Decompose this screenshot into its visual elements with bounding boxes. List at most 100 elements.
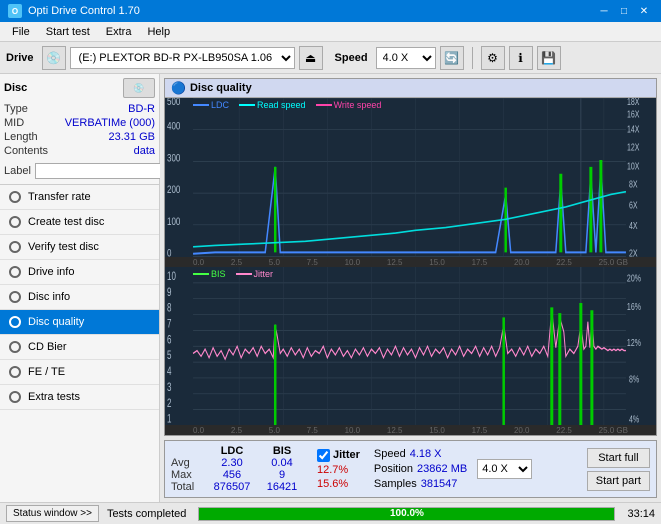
chart-icon: 🔵 (171, 81, 186, 95)
speed-row: Speed 4.18 X (374, 448, 467, 460)
info-button[interactable]: ℹ (509, 46, 533, 70)
extra-tests-icon (8, 390, 22, 404)
start-part-button[interactable]: Start part (587, 471, 650, 491)
avg-jitter-value: 12.7% (317, 464, 360, 476)
nav-verify-test-disc[interactable]: Verify test disc (0, 235, 159, 260)
nav-cd-bier[interactable]: CD Bier (0, 335, 159, 360)
eject-button[interactable]: ⏏ (299, 46, 323, 70)
legend-write-speed-label: Write speed (334, 100, 382, 110)
svg-text:10X: 10X (627, 161, 640, 172)
svg-text:300: 300 (167, 152, 180, 165)
status-window-button[interactable]: Status window >> (6, 505, 99, 522)
title-bar-left: O Opti Drive Control 1.70 (8, 4, 140, 18)
nav-fe-te[interactable]: FE / TE (0, 360, 159, 385)
drive-toolbar: Drive 💿 (E:) PLEXTOR BD-R PX-LB950SA 1.0… (0, 42, 661, 74)
disc-length-value: 23.31 GB (109, 131, 155, 143)
nav-disc-quality[interactable]: Disc quality (0, 310, 159, 335)
save-button[interactable]: 💾 (537, 46, 561, 70)
close-button[interactable]: ✕ (635, 3, 653, 19)
nav-disc-info-label: Disc info (28, 291, 70, 303)
legend-bis-color (193, 273, 209, 275)
disc-label-input[interactable] (35, 163, 173, 179)
position-value: 23862 MB (417, 463, 467, 475)
svg-text:500: 500 (167, 98, 180, 108)
chart-title-bar: 🔵 Disc quality (165, 79, 656, 98)
legend-ldc-label: LDC (211, 100, 229, 110)
jitter-checkbox[interactable] (317, 449, 330, 462)
position-row: Position 23862 MB (374, 463, 467, 475)
drive-info-icon (8, 265, 22, 279)
bottom-x-axis: 0.0 2.5 5.0 7.5 10.0 12.5 15.0 17.5 20.0… (165, 425, 656, 435)
bis-header: BIS (257, 445, 307, 457)
cd-bier-icon (8, 340, 22, 354)
legend-bis-label: BIS (211, 269, 226, 279)
nav-disc-info[interactable]: Disc info (0, 285, 159, 310)
bottom-chart-legend: BIS Jitter (193, 269, 273, 279)
minimize-button[interactable]: ─ (595, 3, 613, 19)
nav-cd-bier-label: CD Bier (28, 341, 67, 353)
menu-help[interactable]: Help (139, 24, 178, 40)
stats-total-row: Total 876507 16421 (171, 481, 307, 493)
menu-bar: File Start test Extra Help (0, 22, 661, 42)
top-chart-legend: LDC Read speed Write speed (193, 100, 381, 110)
speed-section: Speed 4.18 X Position 23862 MB Samples 3… (374, 448, 467, 490)
menu-start-test[interactable]: Start test (38, 24, 98, 40)
fe-te-icon (8, 365, 22, 379)
refresh-button[interactable]: 🔄 (440, 46, 464, 70)
svg-text:12%: 12% (627, 336, 641, 348)
nav-transfer-rate[interactable]: Transfer rate (0, 185, 159, 210)
nav-create-test-disc-label: Create test disc (28, 216, 104, 228)
total-label: Total (171, 481, 207, 493)
drive-select[interactable]: (E:) PLEXTOR BD-R PX-LB950SA 1.06 (70, 47, 295, 69)
app-title: Opti Drive Control 1.70 (28, 5, 140, 17)
nav-verify-test-disc-label: Verify test disc (28, 241, 99, 253)
disc-image-button[interactable]: 💿 (123, 78, 155, 98)
stats-max-row: Max 456 9 (171, 469, 307, 481)
drive-eject-icon[interactable]: 💿 (42, 46, 66, 70)
speed-value: 4.18 X (410, 448, 442, 460)
disc-mid-label: MID (4, 117, 24, 129)
svg-text:14X: 14X (627, 123, 640, 134)
speed-select-stats[interactable]: 4.0 X (477, 459, 532, 479)
content-area: 🔵 Disc quality LDC Read speed (160, 74, 661, 502)
svg-text:8: 8 (167, 302, 172, 315)
legend-ldc: LDC (193, 100, 229, 110)
bottom-chart-svg: 1 2 3 4 5 6 7 8 9 10 4% 8% 12% 16% 20% (165, 267, 656, 426)
toolbar-separator (472, 47, 473, 69)
menu-extra[interactable]: Extra (98, 24, 140, 40)
disc-length-label: Length (4, 131, 38, 143)
legend-jitter-label: Jitter (254, 269, 274, 279)
speed-label: Speed (335, 52, 368, 64)
speed-label: Speed (374, 448, 406, 460)
start-full-button[interactable]: Start full (587, 448, 650, 468)
progress-text: 100.0% (390, 508, 424, 519)
title-bar: O Opti Drive Control 1.70 ─ □ ✕ (0, 0, 661, 22)
disc-header: Disc 💿 (4, 78, 155, 98)
bottom-chart-container: BIS Jitter (165, 267, 656, 426)
stats-row: LDC BIS Avg 2.30 0.04 Max 456 9 Total (171, 445, 650, 493)
nav-create-test-disc[interactable]: Create test disc (0, 210, 159, 235)
legend-read-speed: Read speed (239, 100, 306, 110)
nav-drive-info[interactable]: Drive info (0, 260, 159, 285)
svg-text:16X: 16X (627, 108, 640, 119)
svg-text:10: 10 (167, 270, 176, 283)
menu-file[interactable]: File (4, 24, 38, 40)
chart-panel: 🔵 Disc quality LDC Read speed (164, 78, 657, 436)
maximize-button[interactable]: □ (615, 3, 633, 19)
disc-type-value: BD-R (128, 103, 155, 115)
svg-text:18X: 18X (627, 98, 640, 107)
svg-text:1: 1 (167, 413, 172, 425)
max-jitter-value: 15.6% (317, 478, 360, 490)
disc-quality-icon (8, 315, 22, 329)
speed-select[interactable]: 4.0 X (376, 47, 436, 69)
nav-extra-tests[interactable]: Extra tests (0, 385, 159, 410)
main-layout: Disc 💿 Type BD-R MID VERBATIMe (000) Len… (0, 74, 661, 502)
max-label: Max (171, 469, 207, 481)
settings-button[interactable]: ⚙ (481, 46, 505, 70)
max-ldc-value: 456 (207, 469, 257, 481)
disc-contents-label: Contents (4, 145, 48, 157)
stats-panel: LDC BIS Avg 2.30 0.04 Max 456 9 Total (164, 440, 657, 498)
nav-drive-info-label: Drive info (28, 266, 74, 278)
svg-text:2X: 2X (629, 247, 638, 256)
svg-text:3: 3 (167, 381, 172, 394)
